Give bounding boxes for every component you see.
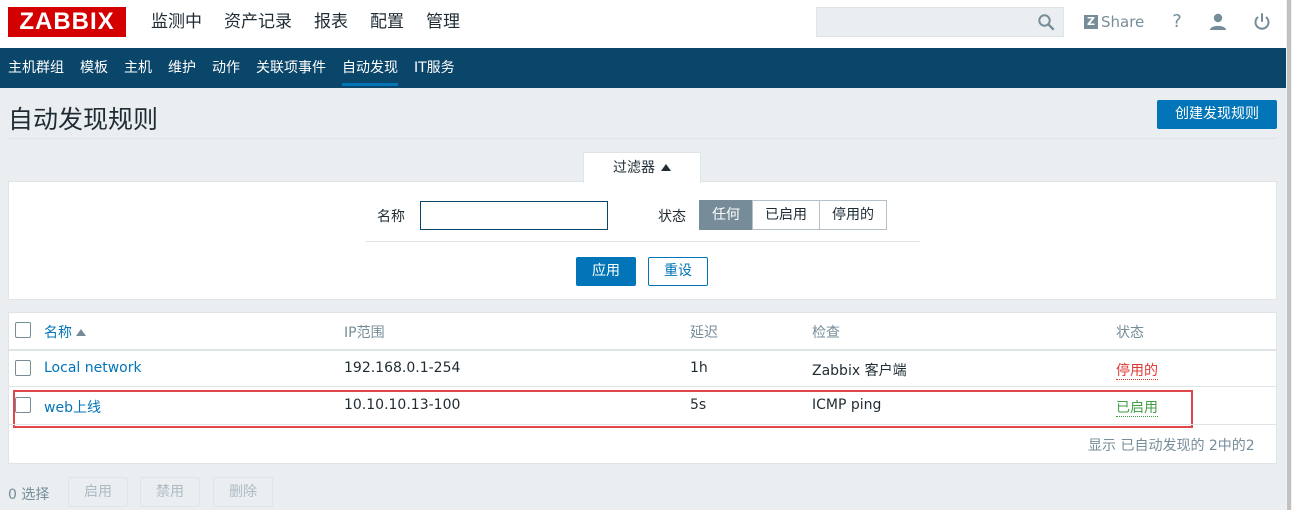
share-label: Share bbox=[1101, 13, 1145, 31]
filter-name-label: 名称 bbox=[377, 209, 405, 225]
filter-status-label: 状态 bbox=[658, 209, 686, 225]
collapse-arrow-icon bbox=[661, 164, 671, 171]
create-discovery-rule-button[interactable]: 创建发现规则 bbox=[1157, 100, 1277, 129]
submenu-actions[interactable]: 动作 bbox=[204, 48, 248, 88]
search-icon[interactable] bbox=[1037, 13, 1055, 31]
column-header-name[interactable]: 名称 bbox=[44, 322, 86, 342]
table-summary: 显示 已自动发现的 2中的2 bbox=[1088, 438, 1255, 454]
selected-count: 0 选择 bbox=[8, 487, 50, 503]
filter-name-input[interactable] bbox=[420, 201, 608, 230]
top-bar: ZABBIX 监测中 资产记录 报表 配置 管理 Z Share ? bbox=[0, 0, 1292, 48]
status-option-disabled[interactable]: 停用的 bbox=[819, 200, 887, 230]
zabbix-logo[interactable]: ZABBIX bbox=[8, 7, 126, 37]
submenu-templates[interactable]: 模板 bbox=[72, 48, 116, 88]
submenu-hosts[interactable]: 主机 bbox=[116, 48, 160, 88]
power-icon[interactable] bbox=[1251, 11, 1273, 33]
row-checkbox[interactable] bbox=[15, 360, 31, 376]
rule-name-link[interactable]: Local network bbox=[44, 360, 142, 376]
table-header-divider bbox=[9, 349, 1276, 351]
search-box bbox=[816, 7, 1064, 37]
discovery-rules-table bbox=[8, 312, 1277, 464]
menu-configuration[interactable]: 配置 bbox=[359, 0, 415, 48]
enable-button[interactable]: 启用 bbox=[68, 477, 128, 507]
filter-tab[interactable]: 过滤器 bbox=[583, 152, 701, 183]
annotation-highlight-box bbox=[13, 390, 1193, 428]
submenu-host-groups[interactable]: 主机群组 bbox=[0, 48, 72, 88]
menu-administration[interactable]: 管理 bbox=[415, 0, 471, 48]
filter-tab-label: 过滤器 bbox=[613, 160, 655, 176]
column-header-ip-range: IP范围 bbox=[344, 325, 385, 341]
rule-status: 停用的 bbox=[1116, 360, 1158, 380]
select-all-checkbox[interactable] bbox=[15, 322, 31, 338]
menu-inventory[interactable]: 资产记录 bbox=[213, 0, 303, 48]
apply-button[interactable]: 应用 bbox=[576, 257, 636, 286]
menu-monitoring[interactable]: 监测中 bbox=[140, 0, 213, 48]
help-icon[interactable]: ? bbox=[1166, 11, 1188, 33]
share-link[interactable]: Z Share bbox=[1084, 12, 1144, 32]
status-option-enabled[interactable]: 已启用 bbox=[752, 200, 820, 230]
column-header-name-label: 名称 bbox=[44, 325, 72, 341]
rule-delay: 1h bbox=[690, 360, 708, 376]
rule-ip-range: 192.168.0.1-254 bbox=[344, 360, 461, 376]
scrollbar-thumb[interactable] bbox=[1287, 0, 1291, 510]
column-header-checks: 检查 bbox=[812, 325, 840, 341]
submenu-event-correlation[interactable]: 关联项事件 bbox=[248, 48, 334, 88]
disable-button[interactable]: 禁用 bbox=[140, 477, 200, 507]
sub-menu: 主机群组 模板 主机 维护 动作 关联项事件 自动发现 IT服务 bbox=[0, 48, 1292, 88]
user-icon[interactable] bbox=[1207, 11, 1229, 33]
submenu-it-services[interactable]: IT服务 bbox=[406, 48, 463, 88]
row-divider bbox=[9, 386, 1276, 387]
search-input[interactable] bbox=[817, 8, 1027, 36]
sort-ascending-icon bbox=[76, 329, 86, 336]
header-divider bbox=[8, 138, 1277, 139]
page-title: 自动发现规则 bbox=[8, 105, 159, 134]
page-scrollbar[interactable] bbox=[1286, 0, 1292, 510]
rule-checks: Zabbix 客户端 bbox=[812, 363, 907, 379]
menu-reports[interactable]: 报表 bbox=[303, 0, 359, 48]
status-radio-group: 任何 已启用 停用的 bbox=[699, 200, 887, 230]
column-header-status: 状态 bbox=[1116, 325, 1144, 341]
zabbix-share-icon: Z bbox=[1084, 15, 1098, 29]
column-header-delay: 延迟 bbox=[690, 325, 718, 341]
delete-button[interactable]: 删除 bbox=[213, 477, 273, 507]
filter-divider bbox=[366, 241, 920, 242]
main-menu: 监测中 资产记录 报表 配置 管理 bbox=[140, 0, 471, 48]
row-divider bbox=[9, 424, 1276, 425]
reset-button[interactable]: 重设 bbox=[648, 257, 708, 286]
status-option-any[interactable]: 任何 bbox=[699, 200, 753, 230]
submenu-discovery[interactable]: 自动发现 bbox=[334, 48, 406, 88]
submenu-maintenance[interactable]: 维护 bbox=[160, 48, 204, 88]
status-toggle-disabled[interactable]: 停用的 bbox=[1116, 363, 1158, 380]
